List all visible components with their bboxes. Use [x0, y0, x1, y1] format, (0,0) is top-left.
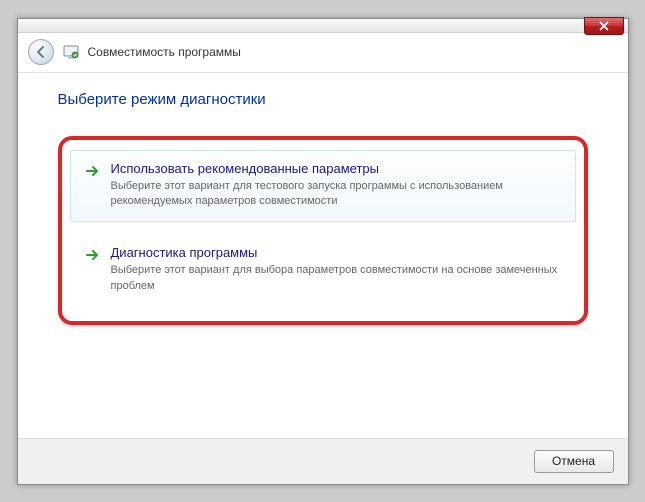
arrow-right-icon: [85, 163, 101, 179]
option-diagnostics[interactable]: Диагностика программы Выберите этот вари…: [70, 234, 576, 307]
cancel-button[interactable]: Отмена: [534, 450, 614, 473]
troubleshoot-icon: [62, 43, 80, 61]
content-area: Выберите режим диагностики Использовать …: [18, 73, 628, 326]
header: Совместимость программы: [18, 33, 628, 73]
option-body: Диагностика программы Выберите этот вари…: [111, 245, 561, 294]
header-title: Совместимость программы: [88, 45, 241, 59]
options-highlight: Использовать рекомендованные параметры В…: [58, 136, 588, 326]
arrow-left-icon: [34, 45, 48, 59]
option-recommended[interactable]: Использовать рекомендованные параметры В…: [70, 150, 576, 223]
option-title: Использовать рекомендованные параметры: [111, 161, 561, 176]
footer: Отмена: [18, 438, 628, 484]
wizard-window: Совместимость программы Выберите режим д…: [17, 18, 629, 485]
option-description: Выберите этот вариант для выбора парамет…: [111, 263, 561, 294]
option-description: Выберите этот вариант для тестового запу…: [111, 179, 561, 210]
titlebar: [18, 19, 628, 33]
close-icon: [599, 21, 609, 31]
option-title: Диагностика программы: [111, 245, 561, 260]
option-body: Использовать рекомендованные параметры В…: [111, 161, 561, 210]
page-title: Выберите режим диагностики: [58, 91, 588, 108]
back-button[interactable]: [28, 39, 54, 65]
close-button[interactable]: [584, 17, 624, 35]
arrow-right-icon: [85, 247, 101, 263]
